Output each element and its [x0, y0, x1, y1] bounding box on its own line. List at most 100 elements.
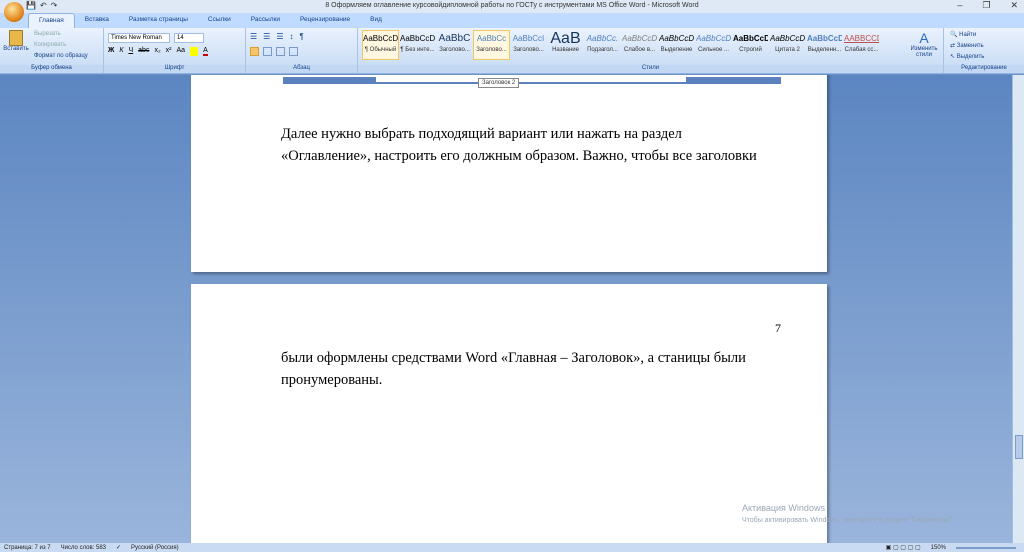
justify-button[interactable] — [289, 47, 298, 56]
style-sample: AaBbC — [438, 33, 471, 44]
paragraph-label: Абзац — [246, 65, 357, 73]
style-5[interactable]: AaB Название — [547, 30, 584, 60]
page-number: 7 — [775, 321, 781, 335]
tab-mailings[interactable]: Рассылки — [241, 13, 290, 28]
tab-review[interactable]: Рецензирование — [290, 13, 360, 28]
font-color-button[interactable]: A — [203, 47, 208, 56]
style-name: Слабая сс... — [844, 47, 879, 53]
font-group: Times New Roman 14 Ж К Ч abc x₂ x² Aa A … — [104, 28, 246, 73]
style-name: Выделение — [660, 47, 693, 53]
style-3[interactable]: AaBbCc Заголово... — [473, 30, 510, 60]
tab-references[interactable]: Ссылки — [198, 13, 241, 28]
change-styles-icon: A — [919, 30, 929, 46]
style-9[interactable]: AaBbCcDi Сильное ... — [695, 30, 732, 60]
sort-button[interactable]: ↕ — [290, 32, 294, 41]
title-bar: 💾 ↶ ↷ 8 Оформляем оглавление курсовойдипло… — [0, 0, 1024, 13]
style-name: Цитата 2 — [775, 47, 800, 53]
style-name: ¶ Обычный — [364, 47, 397, 53]
tab-view[interactable]: Вид — [360, 13, 392, 28]
bold-button[interactable]: Ж — [108, 47, 114, 56]
tab-home[interactable]: Главная — [28, 13, 75, 28]
numbering-button[interactable]: ☰ — [263, 32, 270, 41]
style-0[interactable]: AaBbCcDc ¶ Обычный — [362, 30, 399, 60]
style-name: Заголово... — [476, 47, 507, 53]
bullets-button[interactable]: ☰ — [250, 32, 257, 41]
style-12[interactable]: AaBbCcDi Выделенн... — [806, 30, 843, 60]
office-button[interactable] — [4, 2, 24, 22]
style-11[interactable]: AaBbCcDi Цитата 2 — [769, 30, 806, 60]
style-sample: AaBbCcDc — [363, 34, 398, 43]
style-4[interactable]: AaBbCcI Заголово... — [510, 30, 547, 60]
close-button[interactable]: ✕ — [1010, 0, 1018, 11]
style-sample: AaBbCcDi — [622, 34, 657, 43]
font-name-select[interactable]: Times New Roman — [108, 33, 170, 43]
page-text: Далее нужно выбрать подходящий вариант и… — [281, 126, 757, 164]
underline-button[interactable]: Ч — [128, 47, 133, 56]
subscript-button[interactable]: x₂ — [154, 47, 160, 56]
status-bar: Страница: 7 из 7 Число слов: 583 ✓ Русск… — [0, 543, 1024, 552]
language[interactable]: Русский (Россия) — [131, 545, 179, 551]
activation-watermark-title: Активация Windows — [742, 503, 825, 513]
tooltip: Заголовок 2 — [478, 78, 520, 88]
zoom-slider[interactable] — [956, 546, 1016, 549]
zoom-level[interactable]: 150% — [931, 545, 946, 551]
tab-insert[interactable]: Вставка — [75, 13, 119, 28]
style-sample: AaBbCc — [476, 34, 507, 43]
change-case-button[interactable]: Aa — [177, 47, 186, 56]
clipboard-label: Буфер обмена — [0, 65, 103, 73]
page-count[interactable]: Страница: 7 из 7 — [4, 545, 51, 551]
style-name: Заголово... — [439, 47, 470, 53]
style-name: Заголово... — [513, 47, 544, 53]
activation-watermark-text: Чтобы активировать Windows, перейдите в … — [742, 517, 954, 524]
show-marks-button[interactable]: ¶ — [300, 32, 304, 41]
style-1[interactable]: AaBbCcDc ¶ Без инте... — [399, 30, 436, 60]
proofing-icon[interactable]: ✓ — [116, 544, 121, 551]
editing-group: 🔍 Найти ⇄ Заменить ↖ Выделить Редактиров… — [944, 28, 1024, 73]
ribbon: Вставить Вырезать Копировать Формат по о… — [0, 28, 1024, 74]
style-7[interactable]: AaBbCcDi Слабое в... — [621, 30, 658, 60]
clipboard-group: Вставить Вырезать Копировать Формат по о… — [0, 28, 104, 73]
cut-button[interactable]: Вырезать — [34, 31, 61, 37]
style-sample: AABBCCDC — [844, 34, 879, 43]
window-title: 8 Оформляем оглавление курсовойдипломной… — [325, 2, 699, 9]
select-button[interactable]: ↖ Выделить — [950, 53, 984, 60]
align-center-button[interactable] — [263, 47, 272, 56]
align-left-button[interactable] — [250, 47, 259, 56]
align-right-button[interactable] — [276, 47, 285, 56]
superscript-button[interactable]: x² — [166, 47, 172, 56]
ribbon-tabs: Главная Вставка Разметка страницы Ссылки… — [0, 13, 1024, 28]
copy-button[interactable]: Копировать — [34, 42, 66, 48]
replace-button[interactable]: ⇄ Заменить — [950, 42, 984, 49]
editing-label: Редактирование — [944, 65, 1024, 73]
minimize-button[interactable]: – — [957, 0, 962, 11]
strikethrough-button[interactable]: abc — [138, 47, 149, 56]
styles-group: AaBbCcDc¶ ОбычныйAaBbCcDc¶ Без инте...Aa… — [358, 28, 944, 73]
paste-icon — [9, 30, 23, 46]
multilevel-list-button[interactable]: ☰ — [276, 32, 283, 41]
scroll-thumb[interactable] — [1015, 435, 1023, 459]
style-6[interactable]: AaBbCc. Подзагол... — [584, 30, 621, 60]
change-styles-button[interactable]: A Изменить стили — [909, 30, 939, 58]
restore-button[interactable]: ❐ — [982, 0, 990, 11]
style-8[interactable]: AaBbCcDi Выделение — [658, 30, 695, 60]
style-name: Слабое в... — [623, 47, 656, 53]
highlight-button[interactable] — [190, 47, 199, 56]
style-10[interactable]: AaBbCcDc Строгий — [732, 30, 769, 60]
page-text: были оформлены средствами Word «Главная … — [281, 350, 746, 388]
tab-page-layout[interactable]: Разметка страницы — [119, 13, 198, 28]
view-buttons[interactable]: ▣ ▢ ▢ ▢ ▢ — [886, 544, 921, 551]
italic-button[interactable]: К — [119, 47, 123, 56]
document-area: Далее нужно выбрать подходящий вариант и… — [0, 75, 1012, 543]
style-name: Подзагол... — [587, 47, 618, 53]
paste-button[interactable]: Вставить — [3, 30, 29, 52]
style-name: Выделенн... — [807, 47, 842, 53]
word-count[interactable]: Число слов: 583 — [61, 545, 106, 551]
format-painter-button[interactable]: Формат по образцу — [34, 53, 88, 59]
page-7: 7 были оформлены средствами Word «Главна… — [191, 284, 827, 543]
style-2[interactable]: AaBbC Заголово... — [436, 30, 473, 60]
find-button[interactable]: 🔍 Найти — [950, 31, 976, 38]
style-13[interactable]: AABBCCDC Слабая сс... — [843, 30, 880, 60]
font-size-select[interactable]: 14 — [174, 33, 204, 43]
style-sample: AaBbCcDc — [733, 34, 768, 43]
vertical-scrollbar[interactable] — [1012, 75, 1024, 543]
